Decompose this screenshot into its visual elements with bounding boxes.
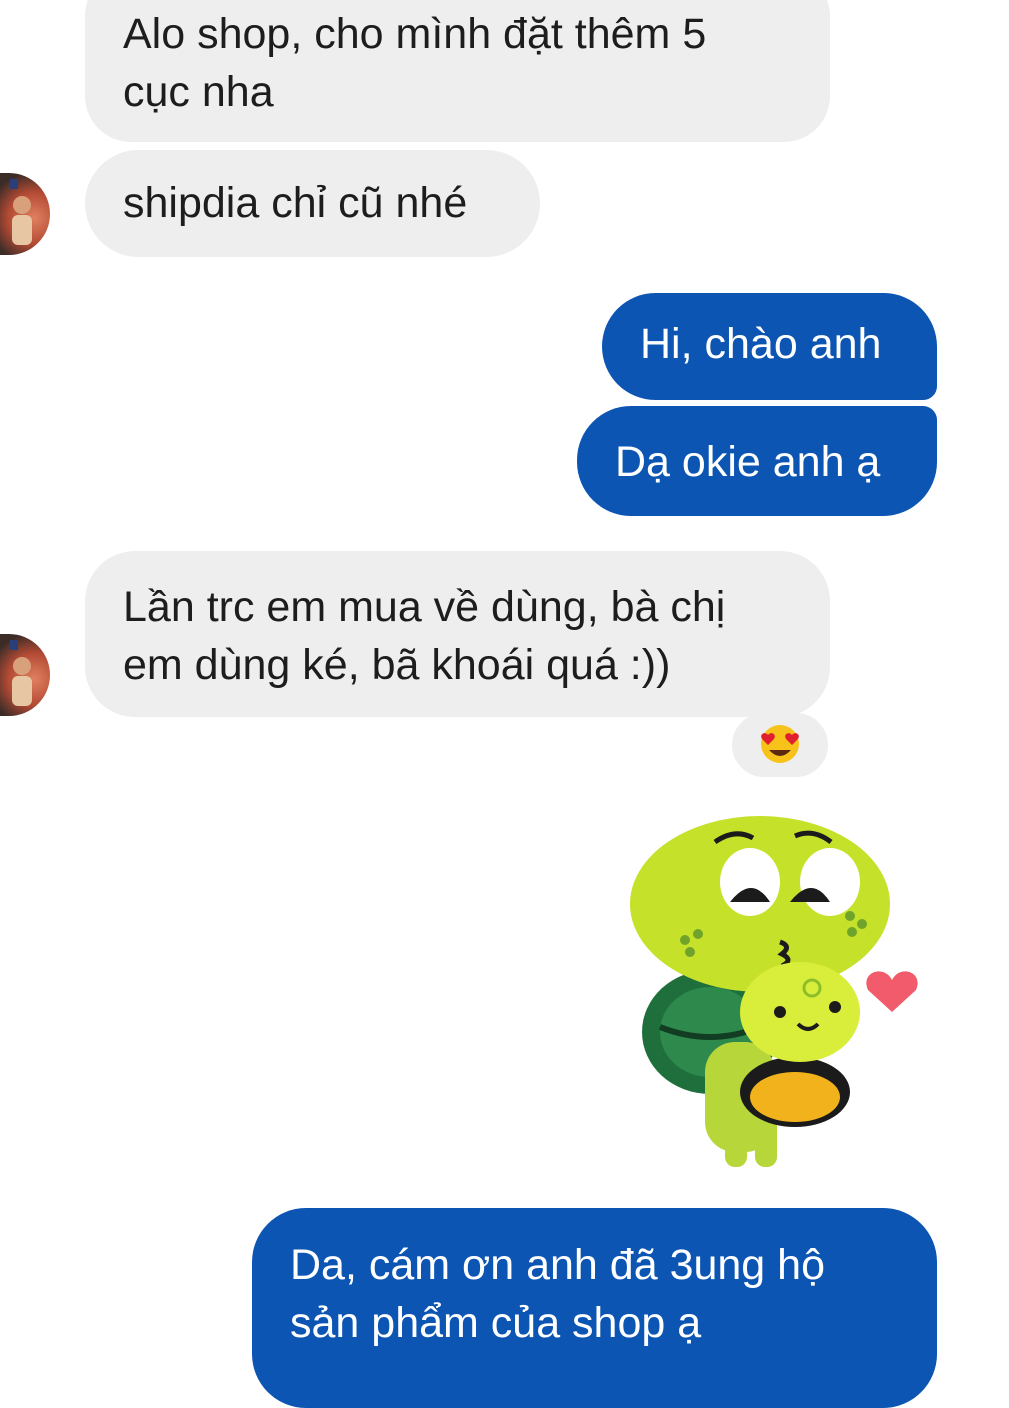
contact-avatar[interactable] <box>0 173 50 255</box>
heart-eyes-face-icon <box>761 725 799 763</box>
turtle-sticker[interactable] <box>630 812 930 1172</box>
person-photo-icon <box>10 179 32 245</box>
outgoing-message-bubble[interactable]: Da, cám ơn anh đã 3ung hộ sản phẩm của s… <box>252 1208 937 1408</box>
incoming-message-bubble[interactable]: shipdia chỉ cũ nhé <box>85 150 540 257</box>
person-photo-icon <box>10 640 32 706</box>
turtle-hug-heart-sticker-icon <box>630 816 918 1167</box>
message-reaction[interactable] <box>732 713 828 777</box>
outgoing-message-bubble[interactable]: Dạ okie anh ạ <box>577 406 937 516</box>
outgoing-message-bubble[interactable]: Hi, chào anh <box>602 293 937 400</box>
incoming-message-bubble[interactable]: Alo shop, cho mình đặt thêm 5 cục nha <box>85 0 830 142</box>
contact-avatar[interactable] <box>0 634 50 716</box>
incoming-message-bubble[interactable]: Lần trc em mua về dùng, bà chị em dùng k… <box>85 551 830 717</box>
